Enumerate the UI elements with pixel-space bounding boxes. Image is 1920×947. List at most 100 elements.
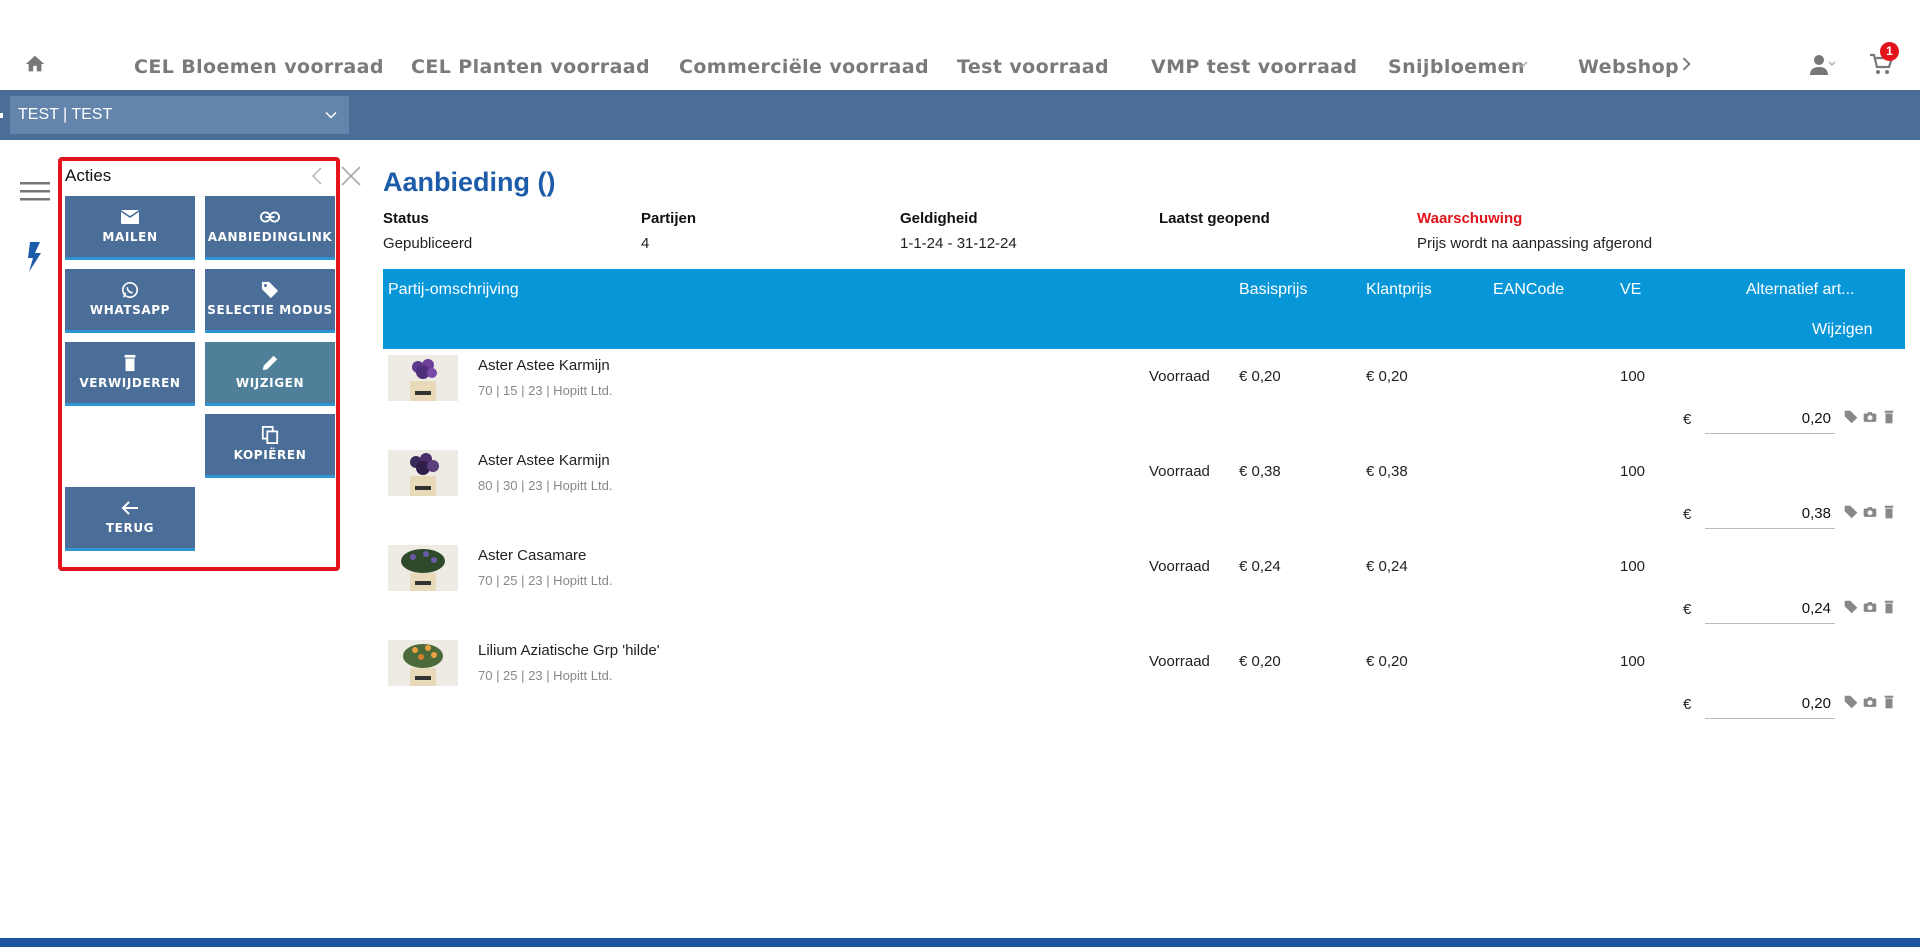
nav-item-commerciele[interactable]: Commerciële voorraad [679, 56, 929, 78]
chevron-right-icon[interactable] [1682, 57, 1692, 71]
kopieren-button-label: KOPIËREN [233, 448, 307, 462]
chevron-left-icon[interactable] [311, 167, 323, 185]
price-input[interactable] [1705, 594, 1835, 624]
actions-panel-title: Acties [65, 166, 112, 185]
waarschuwing-label: Waarschuwing [1417, 210, 1523, 227]
header-basisprijs[interactable]: Basisprijs [1239, 281, 1307, 299]
price-input[interactable] [1705, 499, 1835, 529]
klantprijs-value: € 0,24 [1366, 558, 1408, 575]
basisprijs-value: € 0,38 [1239, 463, 1281, 480]
chevron-down-icon [325, 111, 337, 119]
close-icon[interactable] [340, 165, 362, 187]
ve-value: 100 [1620, 558, 1646, 575]
terug-button-label: TERUG [105, 521, 155, 535]
stock-type: Voorraad [1149, 368, 1210, 385]
company-selector[interactable]: TEST | TEST [10, 96, 349, 134]
footer-bar [0, 938, 1920, 947]
nav-item-vmp-test[interactable]: VMP test voorraad [1151, 56, 1357, 78]
waarschuwing-value: Prijs wordt na aanpassing afgerond [1417, 235, 1653, 252]
wijzigen-button-label: WIJZIGEN [235, 376, 305, 390]
nav-item-snijbloemen[interactable]: Snijbloemen [1388, 56, 1525, 78]
tag-icon[interactable] [1844, 410, 1858, 424]
nav-item-webshop[interactable]: Webshop [1578, 56, 1679, 78]
product-name: Aster Astee Karmijn [478, 357, 610, 374]
trash-icon[interactable] [1882, 695, 1896, 709]
table-header: Partij-omschrijving Basisprijs Klantprij… [383, 269, 1905, 349]
user-icon[interactable] [1810, 54, 1836, 76]
product-name: Lilium Aziatische Grp 'hilde' [478, 642, 660, 659]
ve-value: 100 [1620, 368, 1646, 385]
wijzigen-button[interactable]: WIJZIGEN [205, 342, 335, 406]
kopieren-button[interactable]: KOPIËREN [205, 414, 335, 478]
basisprijs-value: € 0,20 [1239, 653, 1281, 670]
chevron-down-icon[interactable] [1516, 60, 1528, 70]
stock-type: Voorraad [1149, 653, 1210, 670]
whatsapp-button[interactable]: WHATSAPP [65, 269, 195, 333]
verwijderen-button[interactable]: VERWIJDEREN [65, 342, 195, 406]
home-icon[interactable] [24, 53, 46, 75]
trash-icon[interactable] [1882, 410, 1896, 424]
menu-icon[interactable] [20, 180, 50, 202]
link-icon [260, 211, 280, 223]
trash-icon[interactable] [1882, 505, 1896, 519]
partijen-value: 4 [641, 235, 650, 252]
product-image [388, 450, 458, 496]
aanbiedinglink-button[interactable]: AANBIEDINGLINK [205, 196, 335, 260]
tag-icon[interactable] [1844, 695, 1858, 709]
terug-button[interactable]: TERUG [65, 487, 195, 551]
nav-item-test-voorraad[interactable]: Test voorraad [957, 56, 1109, 78]
header-klantprijs[interactable]: Klantprijs [1366, 281, 1432, 299]
page-title: Aanbieding () [383, 167, 556, 197]
table-row[interactable]: Aster Casamare 70 | 25 | 23 | Hopitt Ltd… [383, 545, 1905, 640]
trash-icon[interactable] [1882, 600, 1896, 614]
camera-icon[interactable] [1863, 600, 1877, 614]
tag-icon[interactable] [1844, 600, 1858, 614]
product-details: 70 | 15 | 23 | Hopitt Ltd. [478, 383, 613, 398]
verwijderen-button-label: VERWIJDEREN [79, 376, 181, 390]
header-omschrijving[interactable]: Partij-omschrijving [388, 281, 519, 299]
klantprijs-value: € 0,20 [1366, 368, 1408, 385]
product-details: 80 | 30 | 23 | Hopitt Ltd. [478, 478, 613, 493]
mailen-button-label: MAILEN [102, 230, 158, 244]
top-navigation: CEL Bloemen voorraad CEL Planten voorraa… [0, 0, 1920, 90]
mailen-button[interactable]: MAILEN [65, 196, 195, 260]
price-input[interactable] [1705, 689, 1835, 719]
header-eancode[interactable]: EANCode [1493, 281, 1564, 299]
header-ve[interactable]: VE [1620, 281, 1641, 299]
product-details: 70 | 25 | 23 | Hopitt Ltd. [478, 573, 613, 588]
pencil-icon [262, 355, 278, 371]
product-name: Aster Casamare [478, 547, 587, 564]
company-selector-value: TEST | TEST [18, 106, 113, 123]
currency-symbol: € [1683, 696, 1692, 713]
geldigheid-value: 1-1-24 - 31-12-24 [900, 235, 1017, 252]
product-image [388, 355, 458, 401]
currency-symbol: € [1683, 506, 1692, 523]
selectie-modus-button-label: SELECTIE MODUS [207, 303, 333, 317]
whatsapp-button-label: WHATSAPP [89, 303, 171, 317]
stock-type: Voorraad [1149, 463, 1210, 480]
price-input[interactable] [1705, 404, 1835, 434]
nav-item-cel-planten[interactable]: CEL Planten voorraad [411, 56, 650, 78]
product-details: 70 | 25 | 23 | Hopitt Ltd. [478, 668, 613, 683]
camera-icon[interactable] [1863, 695, 1877, 709]
ve-value: 100 [1620, 653, 1646, 670]
table-row[interactable]: Lilium Aziatische Grp 'hilde' 70 | 25 | … [383, 640, 1905, 735]
whatsapp-icon [121, 281, 139, 299]
table-row[interactable]: Aster Astee Karmijn 70 | 15 | 23 | Hopit… [383, 355, 1905, 450]
nav-item-cel-bloemen[interactable]: CEL Bloemen voorraad [134, 56, 384, 78]
currency-symbol: € [1683, 601, 1692, 618]
basisprijs-value: € 0,20 [1239, 368, 1281, 385]
camera-icon[interactable] [1863, 505, 1877, 519]
selectie-modus-button[interactable]: SELECTIE MODUS [205, 269, 335, 333]
product-image [388, 545, 458, 591]
camera-icon[interactable] [1863, 410, 1877, 424]
partijen-label: Partijen [641, 210, 697, 227]
product-image [388, 640, 458, 686]
klantprijs-value: € 0,38 [1366, 463, 1408, 480]
table-row[interactable]: Aster Astee Karmijn 80 | 30 | 23 | Hopit… [383, 450, 1905, 545]
stock-type: Voorraad [1149, 558, 1210, 575]
flash-icon[interactable] [26, 242, 44, 272]
tag-icon[interactable] [1844, 505, 1858, 519]
header-alternatief[interactable]: Alternatief art... [1746, 281, 1855, 299]
arrow-left-icon [121, 501, 138, 515]
